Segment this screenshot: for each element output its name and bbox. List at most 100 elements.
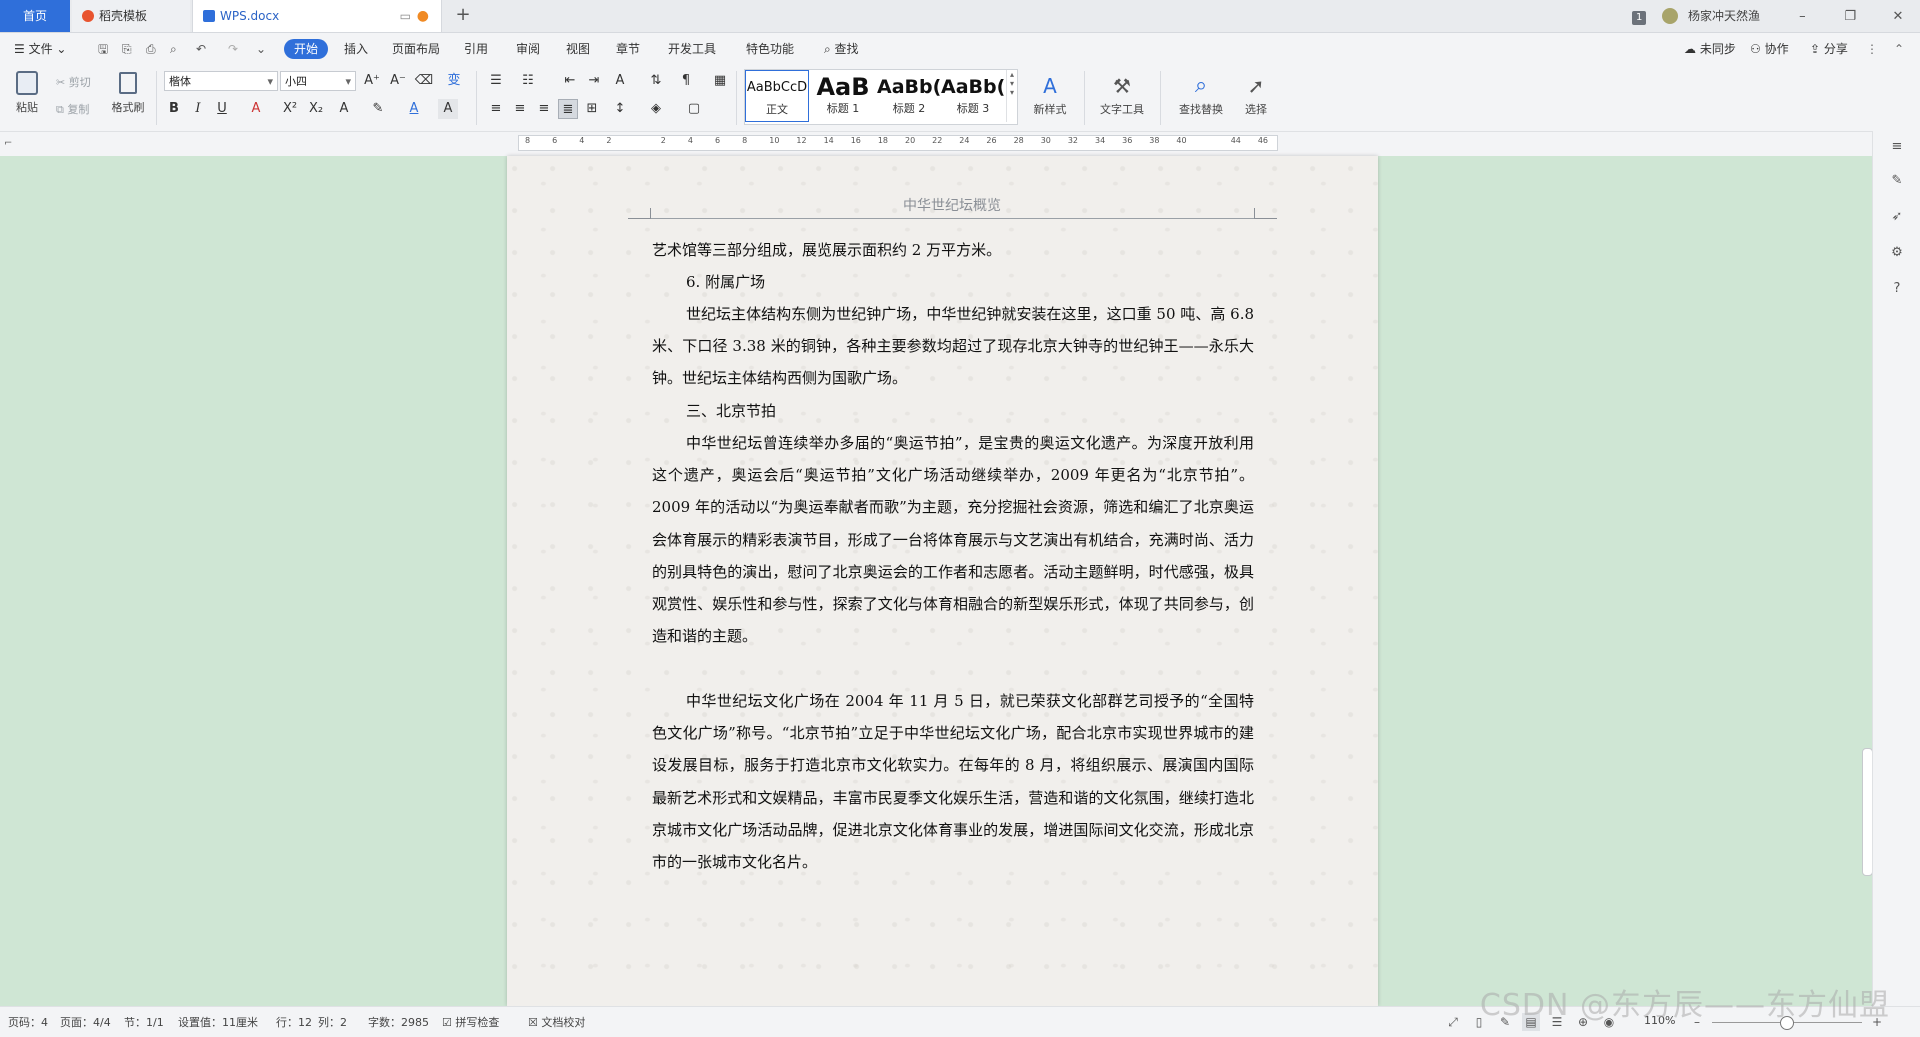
style-heading-2[interactable]: AaBb( 标题 2 <box>877 70 941 122</box>
file-menu[interactable]: ☰ 文件 ⌄ <box>8 39 72 59</box>
shading-icon[interactable]: ◈ <box>646 99 666 119</box>
tab-insert[interactable]: 插入 <box>338 39 374 59</box>
page-header[interactable]: 中华世纪坛概览 <box>650 195 1254 215</box>
grow-font-icon[interactable]: A⁺ <box>362 71 382 91</box>
pointer-icon[interactable]: ➶ <box>1887 207 1907 227</box>
avatar[interactable] <box>1662 8 1679 24</box>
tab-templates[interactable]: 稻壳模板 <box>72 0 190 32</box>
export-icon[interactable]: ⎘ <box>116 39 138 59</box>
row-number[interactable]: 行：12 <box>276 1014 312 1030</box>
collaborate-button[interactable]: ⚇ 协作 <box>1744 39 1795 59</box>
text-tools-button[interactable]: ⚒ 文字工具 <box>1092 71 1152 117</box>
tab-special-features[interactable]: 特色功能 <box>740 39 800 59</box>
copy-button[interactable]: ⧉ 复制 <box>56 101 89 117</box>
horizontal-ruler[interactable]: ⌐ 8 6 4 2 2 4 6 8 10 12 14 16 18 20 22 24 26 28 30 32 34 36 38… <box>0 132 1920 156</box>
monitor-icon[interactable]: ▭ <box>400 0 411 32</box>
notification-badge[interactable]: 1 <box>1631 11 1647 25</box>
tab-chapter[interactable]: 章节 <box>610 39 646 59</box>
align-left-icon[interactable]: ≡ <box>486 99 506 119</box>
pen-icon[interactable]: ✎ <box>1887 171 1907 191</box>
clear-format-icon[interactable]: ⌫ <box>414 71 434 91</box>
phonetic-guide-icon[interactable]: 变 <box>444 71 464 91</box>
settings-sliders-icon[interactable]: ⚙ <box>1887 243 1907 263</box>
show-marks-icon[interactable]: ¶ <box>676 71 696 91</box>
gallery-scroll-icon[interactable]: ▴ ▾ ▾ <box>1006 70 1017 122</box>
align-right-icon[interactable]: ≡ <box>534 99 554 119</box>
find-replace-button[interactable]: ⌕ 查找替换 <box>1168 71 1234 117</box>
new-style-button[interactable]: A 新样式 <box>1024 71 1076 117</box>
help-icon[interactable]: ? <box>1887 279 1907 299</box>
user-name[interactable]: 杨家冲天然渔 <box>1688 9 1760 23</box>
fullscreen-icon[interactable]: ⤢ <box>1444 1013 1462 1031</box>
numbered-list-icon[interactable]: ☷ <box>518 71 538 91</box>
print-icon[interactable]: ⎙ <box>140 39 162 59</box>
highlight-icon[interactable]: ✎ <box>368 99 388 119</box>
tab-stop-selector[interactable]: ⌐ <box>4 138 12 149</box>
distributed-icon[interactable]: ⊞ <box>582 99 602 119</box>
proofread-button[interactable]: ☒ 文档校对 <box>528 1014 585 1030</box>
font-name-select[interactable]: 楷体 ▾ <box>164 71 278 91</box>
format-painter-button[interactable]: 格式刷 <box>108 69 148 115</box>
border-icon[interactable]: ▢ <box>684 99 704 119</box>
bullet-list-icon[interactable]: ☰ <box>486 71 506 91</box>
setting-value[interactable]: 设置值：11厘米 <box>178 1014 258 1030</box>
quick-access-more-icon[interactable]: ⌄ <box>250 39 272 59</box>
strikethrough-icon[interactable]: A <box>246 99 266 119</box>
font-color-icon[interactable]: A <box>404 99 424 119</box>
word-count[interactable]: 字数：2985 <box>368 1014 429 1030</box>
increase-indent-icon[interactable]: ⇥ <box>584 71 604 91</box>
font-size-select[interactable]: 小四 ▾ <box>280 71 356 91</box>
collapse-ribbon-icon[interactable]: ⌃ <box>1888 39 1910 59</box>
decrease-indent-icon[interactable]: ⇤ <box>560 71 580 91</box>
print-preview-icon[interactable]: ⌕ <box>164 39 183 59</box>
close-button[interactable]: ✕ <box>1876 1 1920 33</box>
subscript-icon[interactable]: X₂ <box>306 99 326 119</box>
style-normal[interactable]: AaBbCcD 正文 <box>745 70 809 122</box>
style-heading-3[interactable]: AaBb( 标题 3 <box>941 70 1005 122</box>
sync-status[interactable]: ☁ 未同步 <box>1678 39 1742 59</box>
page-code[interactable]: 页码：4 <box>8 1014 48 1030</box>
tab-view[interactable]: 视图 <box>560 39 596 59</box>
share-button[interactable]: ⇪ 分享 <box>1804 39 1854 59</box>
align-center-icon[interactable]: ≡ <box>510 99 530 119</box>
page-count[interactable]: 页面：4/4 <box>60 1014 111 1030</box>
new-tab-button[interactable]: + <box>450 0 476 32</box>
undo-icon[interactable]: ↶ <box>190 39 212 59</box>
sidebar-menu-icon[interactable]: ≡ <box>1887 137 1907 157</box>
save-icon[interactable]: 🖫 <box>92 39 114 59</box>
superscript-icon[interactable]: X² <box>280 99 300 119</box>
tab-review[interactable]: 审阅 <box>510 39 546 59</box>
user-area[interactable]: 1 杨家冲天然渔 <box>1631 0 1760 32</box>
more-icon[interactable]: ⋮ <box>1860 39 1884 59</box>
italic-icon[interactable]: I <box>188 99 208 119</box>
table-grid-icon[interactable]: ▦ <box>710 71 730 91</box>
underline-icon[interactable]: U <box>212 99 232 119</box>
chinese-layout-icon[interactable]: A <box>610 71 630 91</box>
restore-button[interactable]: ❐ <box>1828 1 1872 33</box>
heading-paragraph[interactable]: 三、北京节拍 <box>652 395 1254 427</box>
sort-icon[interactable]: ⇅ <box>646 71 666 91</box>
select-button[interactable]: ➚ 选择 <box>1236 71 1276 117</box>
redo-icon[interactable]: ↷ <box>222 39 244 59</box>
character-shading-icon[interactable]: A <box>438 99 458 119</box>
tab-document[interactable]: WPS.docx ▭ ● <box>192 0 442 32</box>
line-spacing-icon[interactable]: ↕ <box>610 99 630 119</box>
tab-developer[interactable]: 开发工具 <box>662 39 722 59</box>
bold-icon[interactable]: B <box>164 99 184 119</box>
tab-references[interactable]: 引用 <box>458 39 494 59</box>
minimize-button[interactable]: – <box>1780 1 1824 33</box>
paste-button[interactable]: 粘贴 <box>10 69 44 115</box>
text-effect-icon[interactable]: A <box>334 99 354 119</box>
tab-start[interactable]: 开始 <box>284 39 329 59</box>
heading-paragraph[interactable]: 6. 附属广场 <box>652 266 1254 298</box>
justify-icon[interactable]: ≣ <box>558 99 578 119</box>
paragraph[interactable]: 世纪坛主体结构东侧为世纪钟广场，中华世纪钟就安装在这里，这口重 50 吨、高 6… <box>652 298 1254 395</box>
column-number[interactable]: 列：2 <box>318 1014 347 1030</box>
ruler-scale[interactable]: 8 6 4 2 2 4 6 8 10 12 14 16 18 20 22 24 26 28 30 32 34 36 38 40… <box>518 135 1278 151</box>
paragraph[interactable]: 中华世纪坛文化广场在 2004 年 11 月 5 日，就已荣获文化部群艺司授予的… <box>652 685 1254 878</box>
tab-page-layout[interactable]: 页面布局 <box>386 39 446 59</box>
paragraph[interactable]: 中华世纪坛曾连续举办多届的“奥运节拍”，是宝贵的奥运文化遗产。为深度开放利用这个… <box>652 427 1254 652</box>
paragraph[interactable]: 艺术馆等三部分组成，展览展示面积约 2 万平方米。 <box>652 234 1254 266</box>
cut-button[interactable]: ✂ 剪切 <box>56 74 91 90</box>
spell-check-button[interactable]: ☑ 拼写检查 <box>442 1014 499 1030</box>
